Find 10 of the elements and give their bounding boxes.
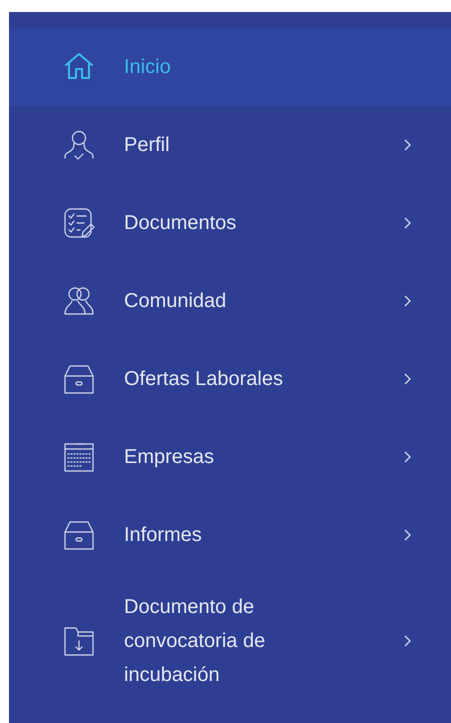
sidebar-item[interactable]: Inicio xyxy=(9,28,451,106)
sidebar-item[interactable]: Documentos xyxy=(9,184,451,262)
checklist-icon xyxy=(62,206,96,240)
sidebar-item[interactable]: Ofertas Laborales xyxy=(9,340,451,418)
sidebar-item[interactable]: Perfil xyxy=(9,106,451,184)
person-icon xyxy=(62,128,96,162)
sidebar-item[interactable]: Documento de convocatoria de incubación xyxy=(9,574,451,708)
sidebar-item[interactable]: Informes xyxy=(9,496,451,574)
sidebar-item[interactable]: Comunidad xyxy=(9,262,451,340)
sidebar-item[interactable]: Empresas xyxy=(9,418,451,496)
